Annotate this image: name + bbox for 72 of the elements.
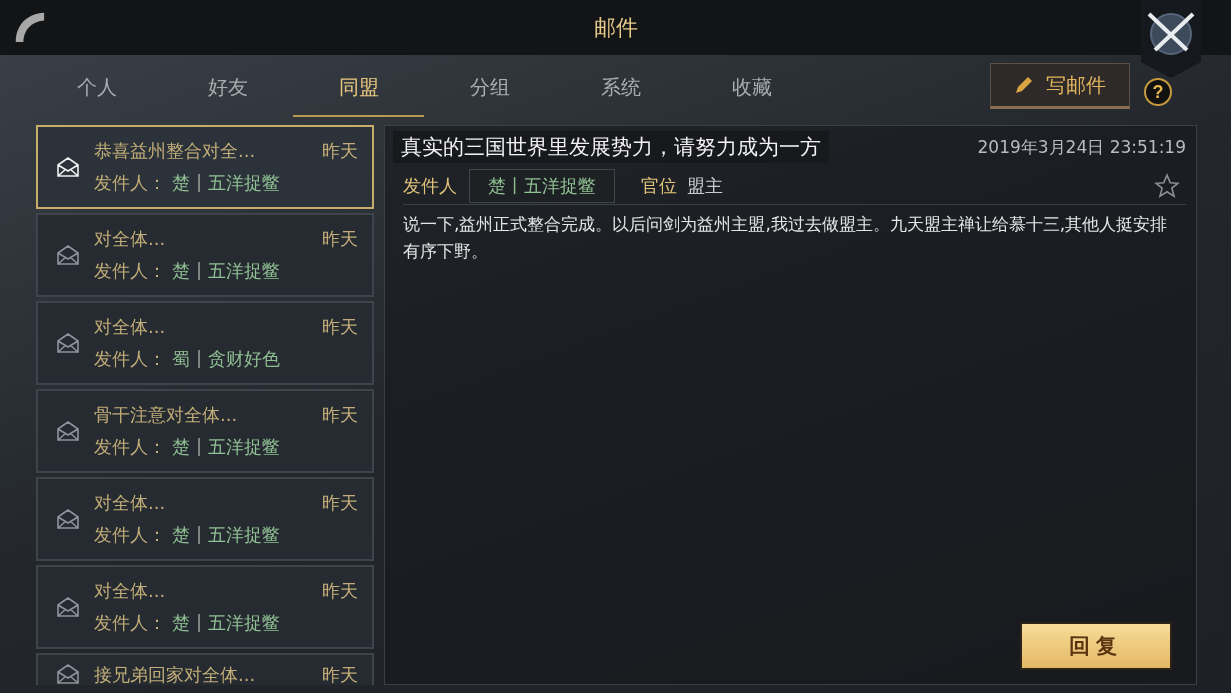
help-button[interactable]: ? [1144,78,1172,106]
mail-time: 昨天 [322,139,358,163]
separator: | [196,347,203,370]
close-icon[interactable] [1141,0,1201,80]
mail-time: 昨天 [322,403,358,427]
envelope-icon [56,156,80,178]
mail-subject: 对全体... [94,491,166,515]
mail-item[interactable]: 对全体... 昨天 发件人： 楚 | 五洋捉鳖 [36,477,374,561]
separator: | [196,171,203,194]
rank-value: 盟主 [687,174,723,198]
sender-country: 蜀 [172,347,190,371]
envelope-icon [56,420,80,442]
sender-country: 楚 [172,611,190,635]
sender-label: 发件人： [94,435,166,459]
sender-name: 五洋捉鳖 [208,611,281,635]
star-icon[interactable] [1154,173,1180,199]
screen-title: 邮件 [593,13,638,42]
sender-label: 发件人： [94,259,166,283]
sender-name: 五洋捉鳖 [208,435,281,459]
notification-banner: 真实的三国世界里发展势力，请努力成为一方 [393,131,829,163]
mail-date: 2019年3月24日 23:51:19 [977,135,1186,159]
mail-item[interactable]: 恭喜益州整合对全... 昨天 发件人： 楚 | 五洋捉鳖 [36,125,374,209]
sender-name: 楚丨五洋捉鳖 [469,169,615,203]
sender-label: 发件人： [94,171,166,195]
sender-label: 发件人 [403,174,457,198]
mail-time: 昨天 [322,663,358,685]
sender-label: 发件人： [94,523,166,547]
mail-subject: 对全体... [94,579,166,603]
mail-time: 昨天 [322,227,358,251]
mail-subject: 接兄弟回家对全体... [94,663,256,685]
mail-item[interactable]: 对全体... 昨天 发件人： 楚 | 五洋捉鳖 [36,565,374,649]
mail-tab[interactable]: 分组 [424,59,555,117]
separator: | [196,611,203,634]
mail-time: 昨天 [322,579,358,603]
mail-item[interactable]: 接兄弟回家对全体... 昨天 [36,653,374,685]
envelope-icon [56,508,80,530]
sender-country: 楚 [172,259,190,283]
mail-time: 昨天 [322,491,358,515]
reply-button[interactable]: 回复 [1020,622,1172,670]
separator: | [196,435,203,458]
separator: | [196,259,203,282]
mail-tab[interactable]: 同盟 [293,59,424,117]
mail-tab[interactable]: 收藏 [686,59,817,117]
sender-label: 发件人： [94,347,166,371]
compose-button[interactable]: 写邮件 [990,63,1130,109]
sender-name: 五洋捉鳖 [208,259,281,283]
envelope-icon [56,596,80,618]
sender-label: 发件人： [94,611,166,635]
sender-country: 楚 [172,523,190,547]
envelope-icon [56,332,80,354]
sender-name: 五洋捉鳖 [208,523,281,547]
envelope-icon [56,244,80,266]
mail-subject: 对全体... [94,227,166,251]
mail-subject: 恭喜益州整合对全... [94,139,256,163]
sender-name: 五洋捉鳖 [208,171,281,195]
envelope-icon [56,663,80,685]
mail-item[interactable]: 骨干注意对全体... 昨天 发件人： 楚 | 五洋捉鳖 [36,389,374,473]
mail-body: 说一下,益州正式整合完成。以后问剑为益州主盟,我过去做盟主。九天盟主禅让给慕十三,其他人挺安排有序下野。 [403,213,1169,263]
mail-subject: 对全体... [94,315,166,339]
mail-tab[interactable]: 个人 [31,59,162,117]
sender-name: 贪财好色 [208,347,281,371]
sender-country: 楚 [172,435,190,459]
rank-label: 官位 [641,174,677,198]
mail-item[interactable]: 对全体... 昨天 发件人： 楚 | 五洋捉鳖 [36,213,374,297]
mail-item[interactable]: 对全体... 昨天 发件人： 蜀 | 贪财好色 [36,301,374,385]
mail-tab[interactable]: 好友 [162,59,293,117]
mail-time: 昨天 [322,315,358,339]
pencil-icon [1014,75,1034,95]
separator: | [196,523,203,546]
mail-tab[interactable]: 系统 [555,59,686,117]
sender-country: 楚 [172,171,190,195]
mail-subject: 骨干注意对全体... [94,403,238,427]
